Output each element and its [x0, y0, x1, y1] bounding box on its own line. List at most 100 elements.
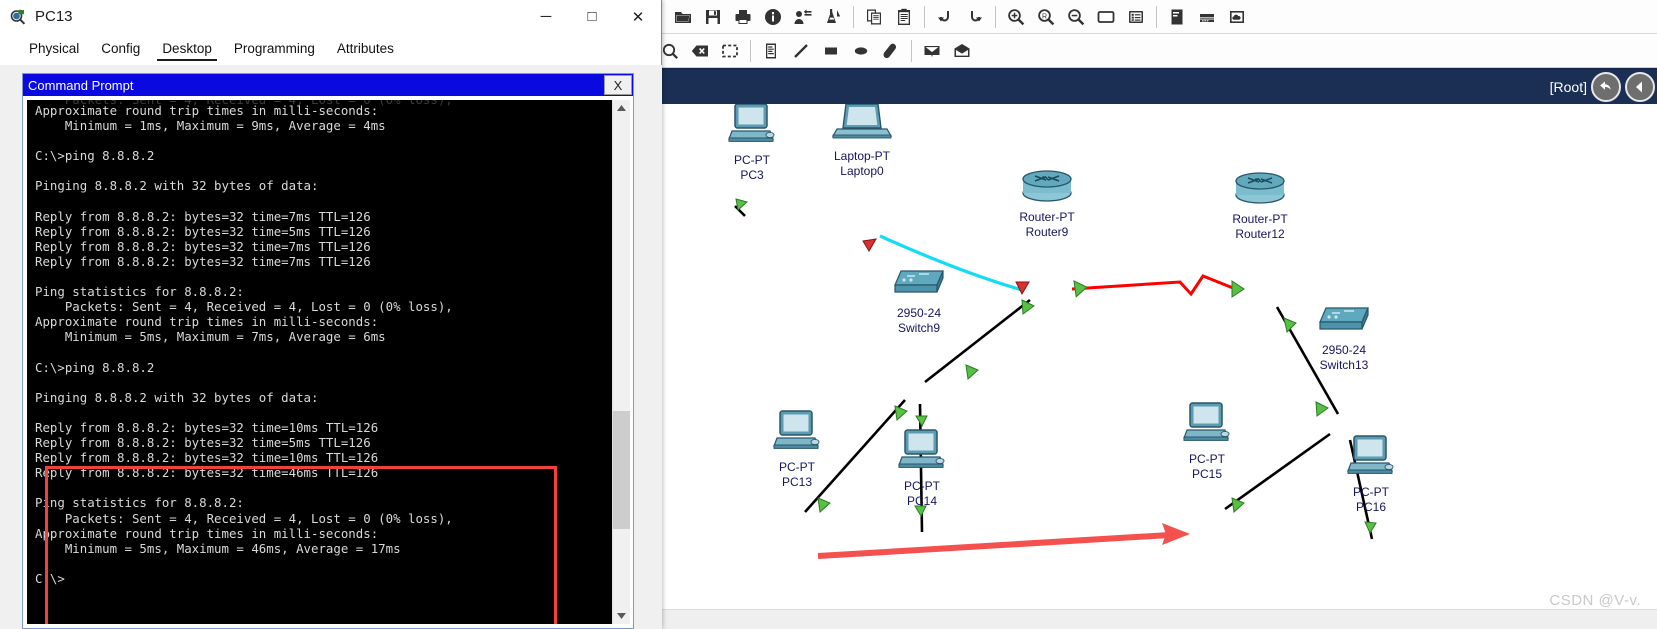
marquee-select-icon[interactable]	[715, 36, 745, 66]
device-node[interactable]: PC-PT PC14	[884, 426, 960, 508]
terminal-text: Approximate round trip times in milli-se…	[35, 103, 453, 586]
tab-programming[interactable]: Programming	[223, 41, 326, 61]
device-name: Switch9	[897, 321, 941, 335]
switch-icon	[878, 267, 960, 304]
terminal-scrollbar[interactable]	[612, 100, 630, 624]
zoom-reset-icon[interactable]: R	[1031, 2, 1061, 32]
packet-flow-arrow	[817, 523, 1190, 559]
zoom-in-icon[interactable]	[1001, 2, 1031, 32]
draw-line-icon[interactable]	[786, 36, 816, 66]
note-icon[interactable]	[756, 36, 786, 66]
palette-window-icon[interactable]	[1091, 2, 1121, 32]
device-name: Router12	[1235, 227, 1285, 241]
info-icon[interactable]	[758, 2, 788, 32]
device-model: Laptop-PT	[833, 149, 891, 163]
device-node[interactable]: Laptop-PT Laptop0	[820, 104, 904, 178]
device-name: PC13	[781, 475, 813, 489]
copy-icon[interactable]	[859, 2, 889, 32]
device-model: PC-PT	[1353, 485, 1389, 499]
pc-icon	[1333, 432, 1409, 483]
minimize-button[interactable]: ─	[523, 0, 569, 33]
draw-freeform-icon[interactable]	[876, 36, 906, 66]
tab-desktop[interactable]: Desktop	[151, 41, 223, 61]
delete-icon[interactable]	[685, 36, 715, 66]
device-name: PC15	[1191, 467, 1223, 481]
scroll-up-arrow-icon[interactable]	[612, 100, 630, 117]
device-caption: PC-PT PC16	[1333, 485, 1409, 514]
device-model: Router-PT	[1019, 210, 1075, 224]
laptop-icon	[820, 104, 904, 147]
scrollbar-track[interactable]	[612, 117, 630, 607]
navigation-icon[interactable]	[1625, 72, 1655, 102]
terminal-clipped-line: Packets: Sent = 4, Received = 4, Lost = …	[35, 100, 453, 107]
paste-icon[interactable]	[889, 2, 919, 32]
device-model: PC-PT	[734, 153, 770, 167]
router-icon	[1002, 169, 1092, 208]
zoom-out-icon[interactable]	[1061, 2, 1091, 32]
device-model: 2950-24	[896, 306, 942, 320]
print-icon[interactable]	[728, 2, 758, 32]
device-node[interactable]: Router-PT Router9	[1002, 169, 1092, 239]
command-prompt-titlebar: Command Prompt X	[23, 74, 633, 96]
cloud-image-icon[interactable]	[1222, 2, 1252, 32]
window-controls: ─ □ ✕	[523, 0, 661, 33]
command-prompt-close-button[interactable]: X	[604, 75, 632, 95]
tab-attributes[interactable]: Attributes	[326, 41, 405, 61]
redo-icon[interactable]	[960, 2, 990, 32]
device-node[interactable]: 2950-24 Switch13	[1303, 304, 1385, 372]
command-prompt-window[interactable]: Command Prompt X Packets: Sent = 4, Rece…	[22, 73, 634, 629]
viewport-icon[interactable]	[1162, 2, 1192, 32]
device-caption: PC-PT PC15	[1169, 452, 1245, 481]
draw-rectangle-icon[interactable]	[816, 36, 846, 66]
complex-pdu-icon[interactable]	[947, 36, 977, 66]
view-bar-right: [Root]	[1550, 72, 1657, 102]
scroll-down-arrow-icon[interactable]	[612, 607, 630, 624]
device-caption: Router-PT Router9	[1002, 210, 1092, 239]
router-icon	[1215, 171, 1305, 210]
packet-tracer-pc-icon	[9, 8, 27, 26]
terminal-output[interactable]: Packets: Sent = 4, Received = 4, Lost = …	[27, 100, 612, 624]
device-node[interactable]: 2950-24 Switch9	[878, 267, 960, 335]
open-folder-icon[interactable]	[668, 2, 698, 32]
pc-icon	[1169, 399, 1245, 450]
svg-text:R: R	[1042, 13, 1047, 20]
command-prompt-title: Command Prompt	[28, 77, 134, 93]
toolbar-separator	[924, 5, 925, 28]
window-titlebar[interactable]: PC13 ─ □ ✕	[0, 0, 661, 33]
maximize-button[interactable]: □	[569, 0, 615, 33]
save-icon[interactable]	[698, 2, 728, 32]
device-config-window[interactable]: PC13 ─ □ ✕ Physical Config Desktop Progr…	[0, 0, 662, 629]
rack-icon[interactable]	[1192, 2, 1222, 32]
device-caption: Router-PT Router12	[1215, 212, 1305, 241]
device-name: Laptop0	[840, 164, 884, 178]
device-node[interactable]: PC-PT PC15	[1169, 399, 1245, 481]
scrollbar-thumb[interactable]	[612, 411, 630, 529]
close-button[interactable]: ✕	[615, 0, 661, 33]
device-node[interactable]: PC-PT PC13	[759, 407, 835, 489]
root-breadcrumb: [Root]	[1549, 79, 1587, 95]
activity-wizard-icon[interactable]	[788, 2, 818, 32]
device-node[interactable]: PC-PT PC3	[714, 104, 790, 182]
device-name: Router9	[1025, 225, 1069, 239]
device-node[interactable]: PC-PT PC16	[1333, 432, 1409, 514]
back-arrow-icon[interactable]	[1591, 72, 1621, 102]
window-title: PC13	[35, 8, 73, 25]
simple-pdu-icon[interactable]	[917, 36, 947, 66]
device-caption: PC-PT PC3	[714, 153, 790, 182]
device-model: Router-PT	[1232, 212, 1288, 226]
command-prompt-body: Packets: Sent = 4, Received = 4, Lost = …	[23, 96, 633, 628]
device-caption: PC-PT PC13	[759, 460, 835, 489]
toolbar-separator	[750, 39, 751, 62]
device-caption: PC-PT PC14	[884, 479, 960, 508]
device-caption: Laptop-PT Laptop0	[820, 149, 904, 178]
undo-icon[interactable]	[930, 2, 960, 32]
custom-devices-icon[interactable]	[1121, 2, 1151, 32]
device-node[interactable]: Router-PT Router12	[1215, 171, 1305, 241]
tab-physical[interactable]: Physical	[18, 41, 90, 61]
tab-config[interactable]: Config	[90, 41, 151, 61]
switch-icon	[1303, 304, 1385, 341]
draw-ellipse-icon[interactable]	[846, 36, 876, 66]
device-model: 2950-24	[1321, 343, 1367, 357]
network-info-icon[interactable]	[818, 2, 848, 32]
device-model: PC-PT	[1189, 452, 1225, 466]
